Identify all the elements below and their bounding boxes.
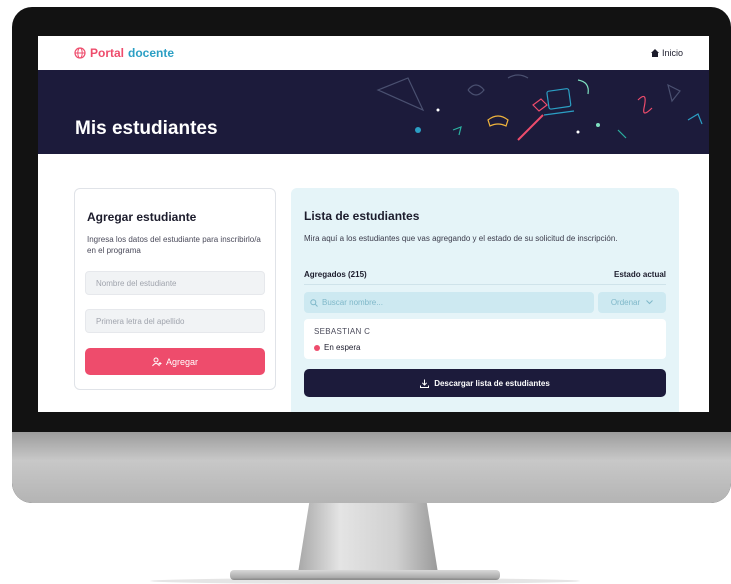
status-dot-icon [314,344,320,351]
sort-dropdown[interactable]: Ordenar [598,292,666,313]
surname-initial-input[interactable]: Primera letra del apellido [85,309,265,333]
globe-icon [74,47,86,59]
status-badge: En espera [314,343,360,352]
student-list-card: Lista de estudiantes Mira aquí a los est… [291,188,679,412]
student-list-title: Lista de estudiantes [304,209,420,223]
list-item[interactable]: SEBASTIAN C En espera [304,319,666,359]
add-student-description: Ingresa los datos del estudiante para in… [87,235,261,255]
add-student-title: Agregar estudiante [87,210,197,224]
student-list-description: Mira aquí a los estudiantes que vas agre… [304,234,618,243]
hero-banner: Mis estudiantes [38,70,709,154]
sort-label: Ordenar [610,298,641,307]
home-icon [650,49,659,57]
student-status: En espera [324,343,361,352]
logo-word-docente: docente [128,46,175,60]
logo-word-portal: Portal [90,46,125,60]
add-student-card: Agregar estudiante Ingresa los datos del… [74,188,276,390]
add-student-button-label: Agregar [165,356,199,367]
add-user-icon [152,357,162,366]
monitor-stand-neck [298,503,438,573]
stand-shadow [150,578,580,584]
app-screen: Portal docente Inicio Mis estudiantes Ag… [38,36,709,412]
portal-logo[interactable]: Portal docente [74,46,174,60]
page-title: Mis estudiantes [75,118,218,139]
add-student-button[interactable]: Agregar [85,348,265,375]
student-name: SEBASTIAN C [314,327,371,336]
student-name-input[interactable]: Nombre del estudiante [85,271,265,295]
download-button-label: Descargar lista de estudiantes [434,378,550,388]
school-doodles-illustration [376,74,703,141]
home-link-label: Inicio [661,48,683,58]
chevron-down-icon [646,300,654,305]
current-status-header: Estado actual [613,270,666,279]
search-placeholder: Buscar nombre... [322,298,383,307]
top-navigation: Portal docente Inicio [38,36,709,70]
students-added-count: Agregados (215) [304,270,367,279]
download-list-button[interactable]: Descargar lista de estudiantes [304,369,666,397]
download-icon [420,379,430,388]
home-link[interactable]: Inicio [650,48,683,58]
search-icon [310,298,318,307]
monitor-chin [12,432,731,503]
header-divider [304,284,666,285]
student-search-input[interactable]: Buscar nombre... [304,292,594,313]
